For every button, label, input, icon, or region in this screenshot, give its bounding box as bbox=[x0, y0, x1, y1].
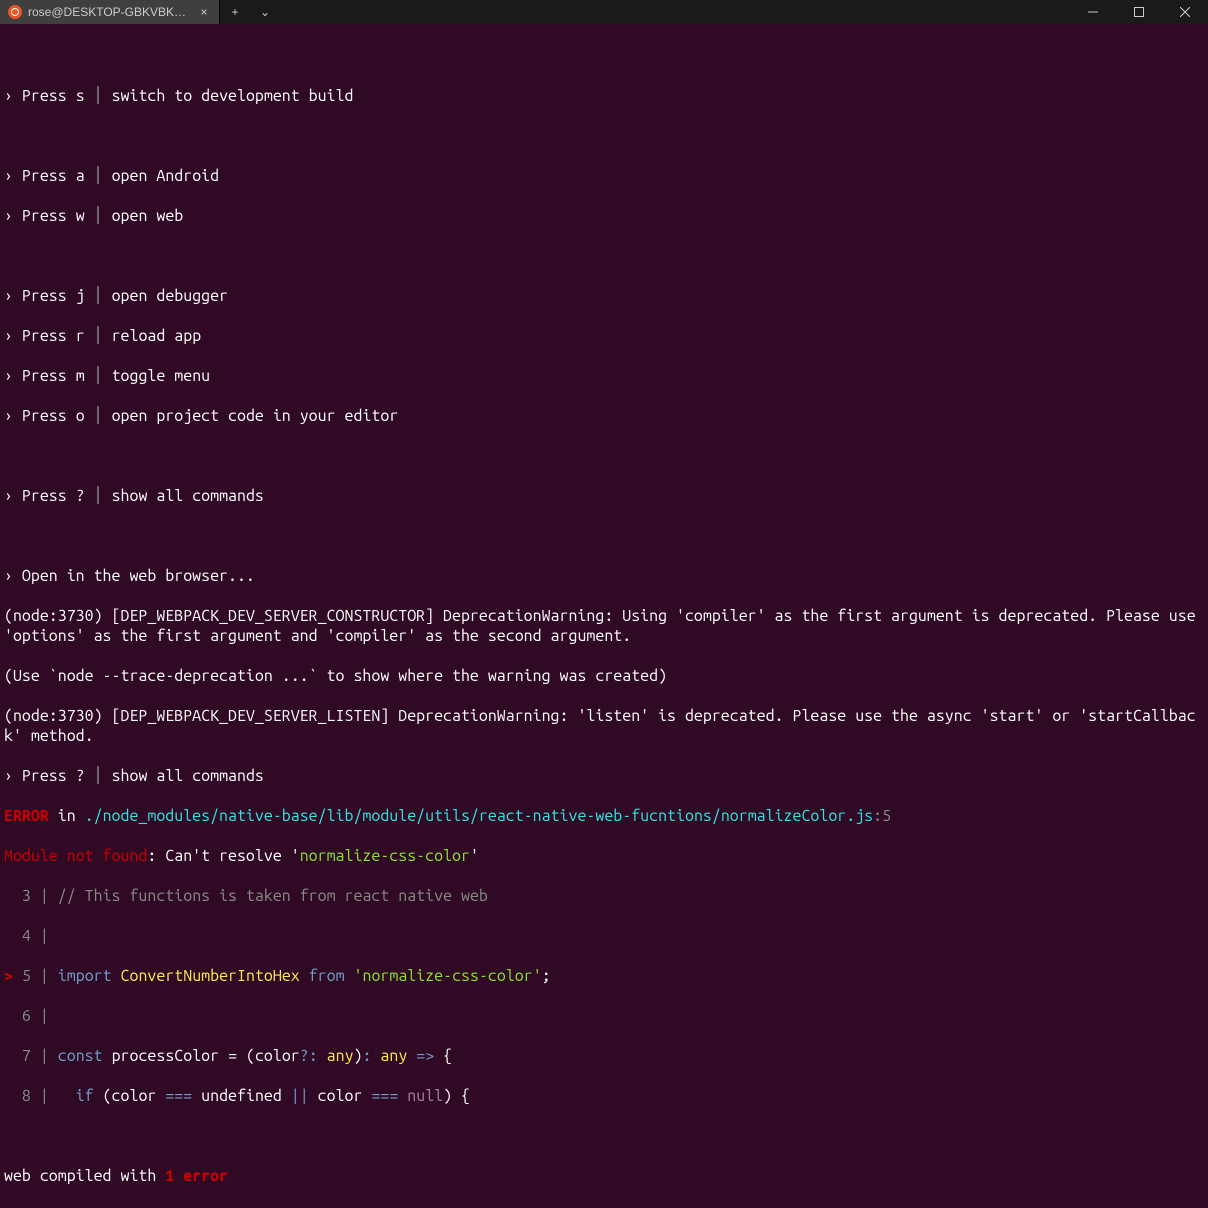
close-icon bbox=[1180, 7, 1190, 17]
blank-line bbox=[4, 246, 1204, 266]
ubuntu-icon bbox=[8, 5, 22, 19]
new-tab-button[interactable]: + bbox=[220, 0, 250, 24]
blank-line bbox=[4, 1126, 1204, 1146]
code-line: 7 | const processColor = (color?: any): … bbox=[4, 1046, 1204, 1066]
code-line: 4 | bbox=[4, 926, 1204, 946]
menu-item: › Press m │ toggle menu bbox=[4, 366, 1204, 386]
code-line: 8 | if (color === undefined || color ===… bbox=[4, 1086, 1204, 1106]
code-line-error: > 5 | import ConvertNumberIntoHex from '… bbox=[4, 966, 1204, 986]
menu-item: › Press ? │ show all commands bbox=[4, 486, 1204, 506]
maximize-icon bbox=[1134, 7, 1144, 17]
tab-title: rose@DESKTOP-GBKVBKH: ~/ bbox=[28, 2, 191, 22]
menu-item: › Press o │ open project code in your ed… bbox=[4, 406, 1204, 426]
blank-line bbox=[4, 46, 1204, 66]
error-line: ERROR in ./node_modules/native-base/lib/… bbox=[4, 806, 1204, 826]
terminal-output[interactable]: › Press s │ switch to development build … bbox=[0, 24, 1208, 1208]
menu-item: › Press a │ open Android bbox=[4, 166, 1204, 186]
window-titlebar: rose@DESKTOP-GBKVBKH: ~/ × + ⌄ bbox=[0, 0, 1208, 24]
tab-close-button[interactable]: × bbox=[197, 2, 211, 22]
blank-line bbox=[4, 446, 1204, 466]
menu-item: › Press s │ switch to development build bbox=[4, 86, 1204, 106]
summary-line: web compiled with 1 error bbox=[4, 1166, 1204, 1186]
terminal-tab[interactable]: rose@DESKTOP-GBKVBKH: ~/ × bbox=[0, 0, 220, 24]
warning-line: (Use `node --trace-deprecation ...` to s… bbox=[4, 666, 1204, 686]
error-line: Module not found: Can't resolve 'normali… bbox=[4, 846, 1204, 866]
menu-item: › Press w │ open web bbox=[4, 206, 1204, 226]
menu-item: › Press r │ reload app bbox=[4, 326, 1204, 346]
maximize-button[interactable] bbox=[1116, 0, 1162, 24]
window-controls bbox=[1070, 0, 1208, 24]
warning-line: (node:3730) [DEP_WEBPACK_DEV_SERVER_CONS… bbox=[4, 606, 1204, 646]
close-button[interactable] bbox=[1162, 0, 1208, 24]
code-line: 3 | // This functions is taken from reac… bbox=[4, 886, 1204, 906]
tab-dropdown-button[interactable]: ⌄ bbox=[250, 0, 280, 24]
minimize-button[interactable] bbox=[1070, 0, 1116, 24]
warning-line: (node:3730) [DEP_WEBPACK_DEV_SERVER_LIST… bbox=[4, 706, 1204, 746]
menu-item: › Press ? │ show all commands bbox=[4, 766, 1204, 786]
status-line: › Open in the web browser... bbox=[4, 566, 1204, 586]
menu-item: › Press j │ open debugger bbox=[4, 286, 1204, 306]
minimize-icon bbox=[1088, 7, 1098, 17]
blank-line bbox=[4, 526, 1204, 546]
code-line: 6 | bbox=[4, 1006, 1204, 1026]
blank-line bbox=[4, 126, 1204, 146]
